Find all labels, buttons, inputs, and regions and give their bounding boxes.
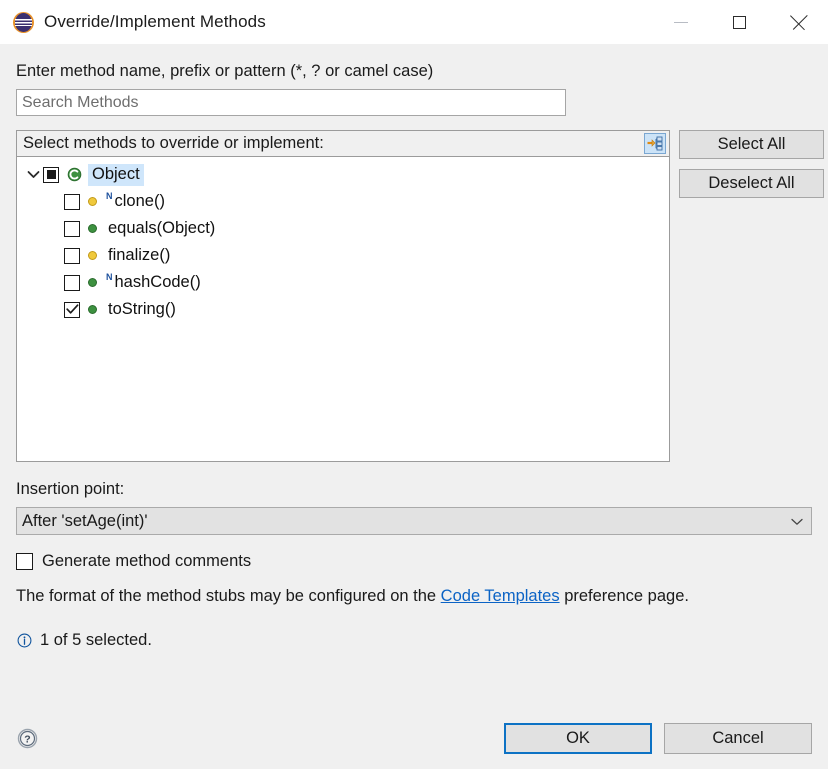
- cancel-button[interactable]: Cancel: [664, 723, 812, 754]
- code-templates-link[interactable]: Code Templates: [441, 587, 560, 605]
- tree-node-label: hashCode(): [114, 273, 201, 292]
- status-text: 1 of 5 selected.: [40, 631, 152, 650]
- hint-suffix: preference page.: [560, 587, 689, 605]
- public-method-icon: [87, 278, 104, 287]
- window-controls: [651, 0, 828, 44]
- search-label: Enter method name, prefix or pattern (*,…: [16, 44, 812, 89]
- minimize-icon: [674, 22, 688, 23]
- select-all-button[interactable]: Select All: [679, 130, 824, 159]
- protected-dot-icon: [88, 251, 97, 260]
- checkmark-icon: [66, 304, 79, 315]
- tree-node-label: equals(Object): [107, 219, 215, 238]
- show-hierarchy-icon: [647, 136, 663, 151]
- help-button[interactable]: ?: [16, 727, 38, 749]
- tree-header: Select methods to override or implement:: [16, 130, 670, 156]
- native-marker: N: [106, 273, 113, 282]
- protected-method-icon: [87, 197, 104, 206]
- tree-column: Select methods to override or implement:: [16, 130, 670, 462]
- maximize-button[interactable]: [710, 0, 769, 44]
- tree-row[interactable]: finalize(): [17, 242, 669, 269]
- class-icon: [66, 167, 82, 183]
- protected-method-icon: [87, 251, 104, 260]
- tree-node-label: toString(): [107, 300, 176, 319]
- help-icon: ?: [17, 728, 38, 749]
- public-dot-icon: [88, 305, 97, 314]
- tree-row[interactable]: equals(Object): [17, 215, 669, 242]
- close-icon: [791, 14, 807, 30]
- generate-comments-row[interactable]: Generate method comments: [16, 552, 812, 571]
- insertion-point-label: Insertion point:: [16, 480, 812, 499]
- tree-row[interactable]: Object: [17, 161, 669, 188]
- code-templates-hint: The format of the method stubs may be co…: [16, 585, 812, 607]
- public-method-icon: [87, 305, 104, 314]
- native-marker: N: [106, 192, 113, 201]
- show-hierarchy-button[interactable]: [644, 133, 666, 154]
- root-checkbox[interactable]: [43, 167, 59, 183]
- deselect-all-button[interactable]: Deselect All: [679, 169, 824, 198]
- chevron-down-icon: [791, 512, 803, 531]
- method-checkbox[interactable]: [64, 302, 80, 318]
- tree-row[interactable]: N hashCode(): [17, 269, 669, 296]
- status-line: 1 of 5 selected.: [16, 631, 812, 650]
- public-method-icon: [87, 224, 104, 233]
- search-input[interactable]: [16, 89, 566, 116]
- insertion-point-combo[interactable]: After 'setAge(int)': [16, 507, 812, 535]
- public-dot-icon: [88, 224, 97, 233]
- public-dot-icon: [88, 278, 97, 287]
- methods-tree[interactable]: Object N clone(): [16, 156, 670, 462]
- eclipse-icon: [13, 12, 34, 33]
- hint-prefix: The format of the method stubs may be co…: [16, 587, 441, 605]
- tree-side-buttons: Select All Deselect All: [679, 130, 824, 462]
- dialog-footer: ? OK Cancel: [0, 707, 828, 769]
- generate-comments-checkbox[interactable]: [16, 553, 33, 570]
- tree-row[interactable]: toString(): [17, 296, 669, 323]
- svg-text:?: ?: [24, 733, 30, 745]
- info-icon: [16, 633, 32, 649]
- method-checkbox[interactable]: [64, 221, 80, 237]
- dialog-content: Enter method name, prefix or pattern (*,…: [0, 44, 828, 769]
- tree-node-label: Object: [88, 164, 144, 186]
- tree-node-label: finalize(): [107, 246, 170, 265]
- tree-header-label: Select methods to override or implement:: [23, 134, 324, 153]
- maximize-icon: [733, 16, 746, 29]
- title-bar: Override/Implement Methods: [0, 0, 828, 44]
- method-checkbox[interactable]: [64, 275, 80, 291]
- minimize-button[interactable]: [651, 0, 710, 44]
- tree-region: Select methods to override or implement:: [16, 130, 812, 462]
- override-implement-methods-dialog: Override/Implement Methods Enter method …: [0, 0, 828, 769]
- generate-comments-label: Generate method comments: [42, 552, 251, 571]
- insertion-point-value: After 'setAge(int)': [22, 512, 148, 531]
- title-bar-left: Override/Implement Methods: [0, 12, 266, 33]
- method-checkbox[interactable]: [64, 248, 80, 264]
- close-button[interactable]: [769, 0, 828, 44]
- window-title: Override/Implement Methods: [44, 12, 266, 32]
- tree-row[interactable]: N clone(): [17, 188, 669, 215]
- tree-node-label: clone(): [114, 192, 165, 211]
- chevron-down-icon[interactable]: [23, 170, 43, 179]
- ok-button[interactable]: OK: [504, 723, 652, 754]
- method-checkbox[interactable]: [64, 194, 80, 210]
- protected-dot-icon: [88, 197, 97, 206]
